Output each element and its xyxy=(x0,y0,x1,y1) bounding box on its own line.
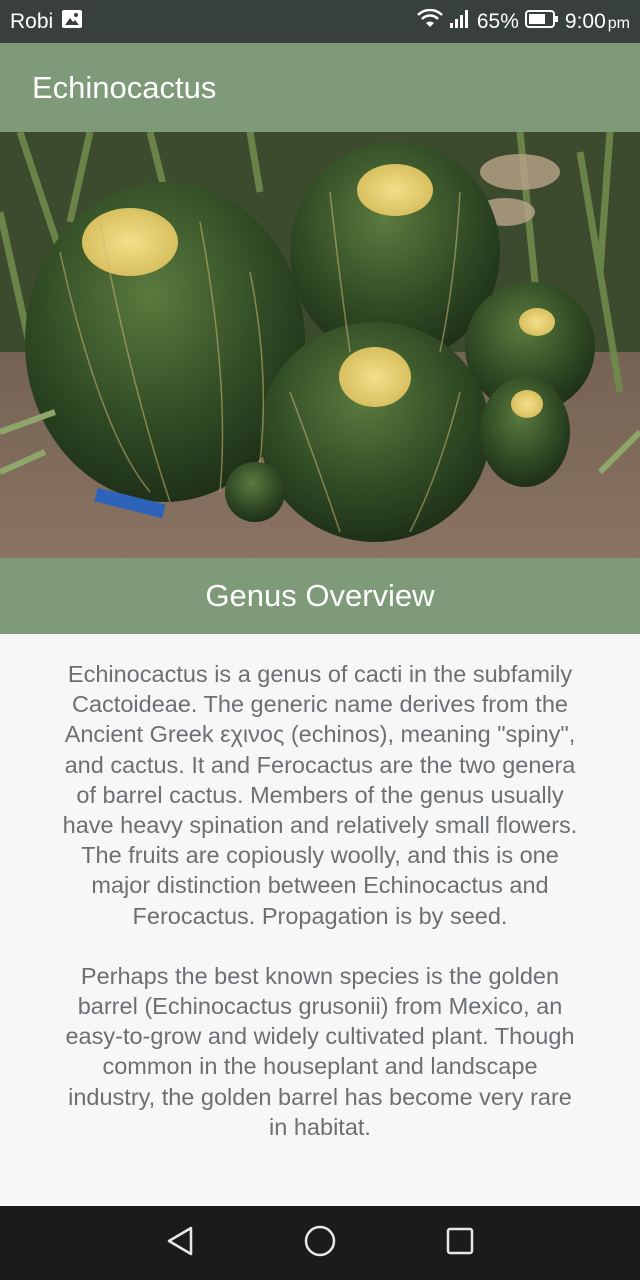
navigation-bar xyxy=(0,1206,640,1280)
back-button[interactable] xyxy=(156,1219,204,1267)
battery-percent: 65% xyxy=(476,9,519,33)
section-header: Genus Overview xyxy=(0,558,640,634)
home-button[interactable] xyxy=(296,1219,344,1267)
section-title: Genus Overview xyxy=(205,578,435,613)
recents-icon xyxy=(445,1226,475,1261)
home-icon xyxy=(303,1224,337,1263)
wifi-icon xyxy=(416,8,443,35)
clock-time: 9:00 xyxy=(564,9,606,33)
carrier-label: Robi xyxy=(10,9,54,33)
app-title: Echinocactus xyxy=(32,69,217,105)
description-scroll[interactable]: Echinocactus is a genus of cacti in the … xyxy=(0,634,640,1206)
app-bar: Echinocactus xyxy=(0,43,640,132)
clock-ampm: pm xyxy=(607,14,630,32)
status-bar: Robi 65% 9:00 pm xyxy=(0,0,640,43)
description-paragraph-1: Echinocactus is a genus of cacti in the … xyxy=(62,661,578,929)
description-paragraph-2: Perhaps the best known species is the go… xyxy=(65,962,575,1140)
image-icon xyxy=(61,9,83,35)
recents-button[interactable] xyxy=(436,1219,484,1267)
hero-image-cactus xyxy=(0,132,640,558)
battery-icon xyxy=(524,9,559,35)
signal-icon xyxy=(449,9,471,35)
back-icon xyxy=(165,1225,195,1262)
